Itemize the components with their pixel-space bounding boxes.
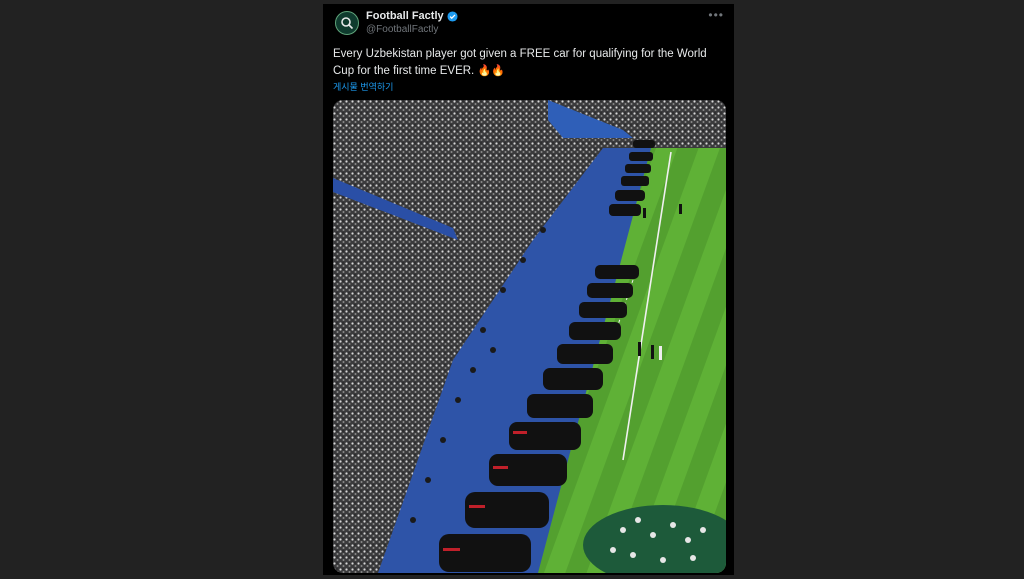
post-text: Every Uzbekistan player got given a FREE… bbox=[333, 46, 725, 80]
tweet-card: Football Factly @FootballFactly ••• Ever… bbox=[323, 4, 734, 575]
author-name[interactable]: Football Factly bbox=[366, 9, 458, 23]
post-image[interactable] bbox=[333, 100, 726, 573]
more-options-icon[interactable]: ••• bbox=[708, 8, 724, 22]
logo-icon bbox=[341, 17, 354, 30]
author-handle[interactable]: @FootballFactly bbox=[366, 23, 438, 36]
author-name-label: Football Factly bbox=[366, 10, 444, 22]
author-avatar[interactable] bbox=[335, 11, 359, 35]
post-body: Every Uzbekistan player got given a FREE… bbox=[333, 48, 707, 77]
translate-post-link[interactable]: 게시물 번역하기 bbox=[333, 81, 393, 93]
stadium-photo bbox=[333, 100, 726, 573]
verified-badge-icon bbox=[447, 10, 458, 22]
fire-emoji: 🔥🔥 bbox=[477, 65, 505, 77]
